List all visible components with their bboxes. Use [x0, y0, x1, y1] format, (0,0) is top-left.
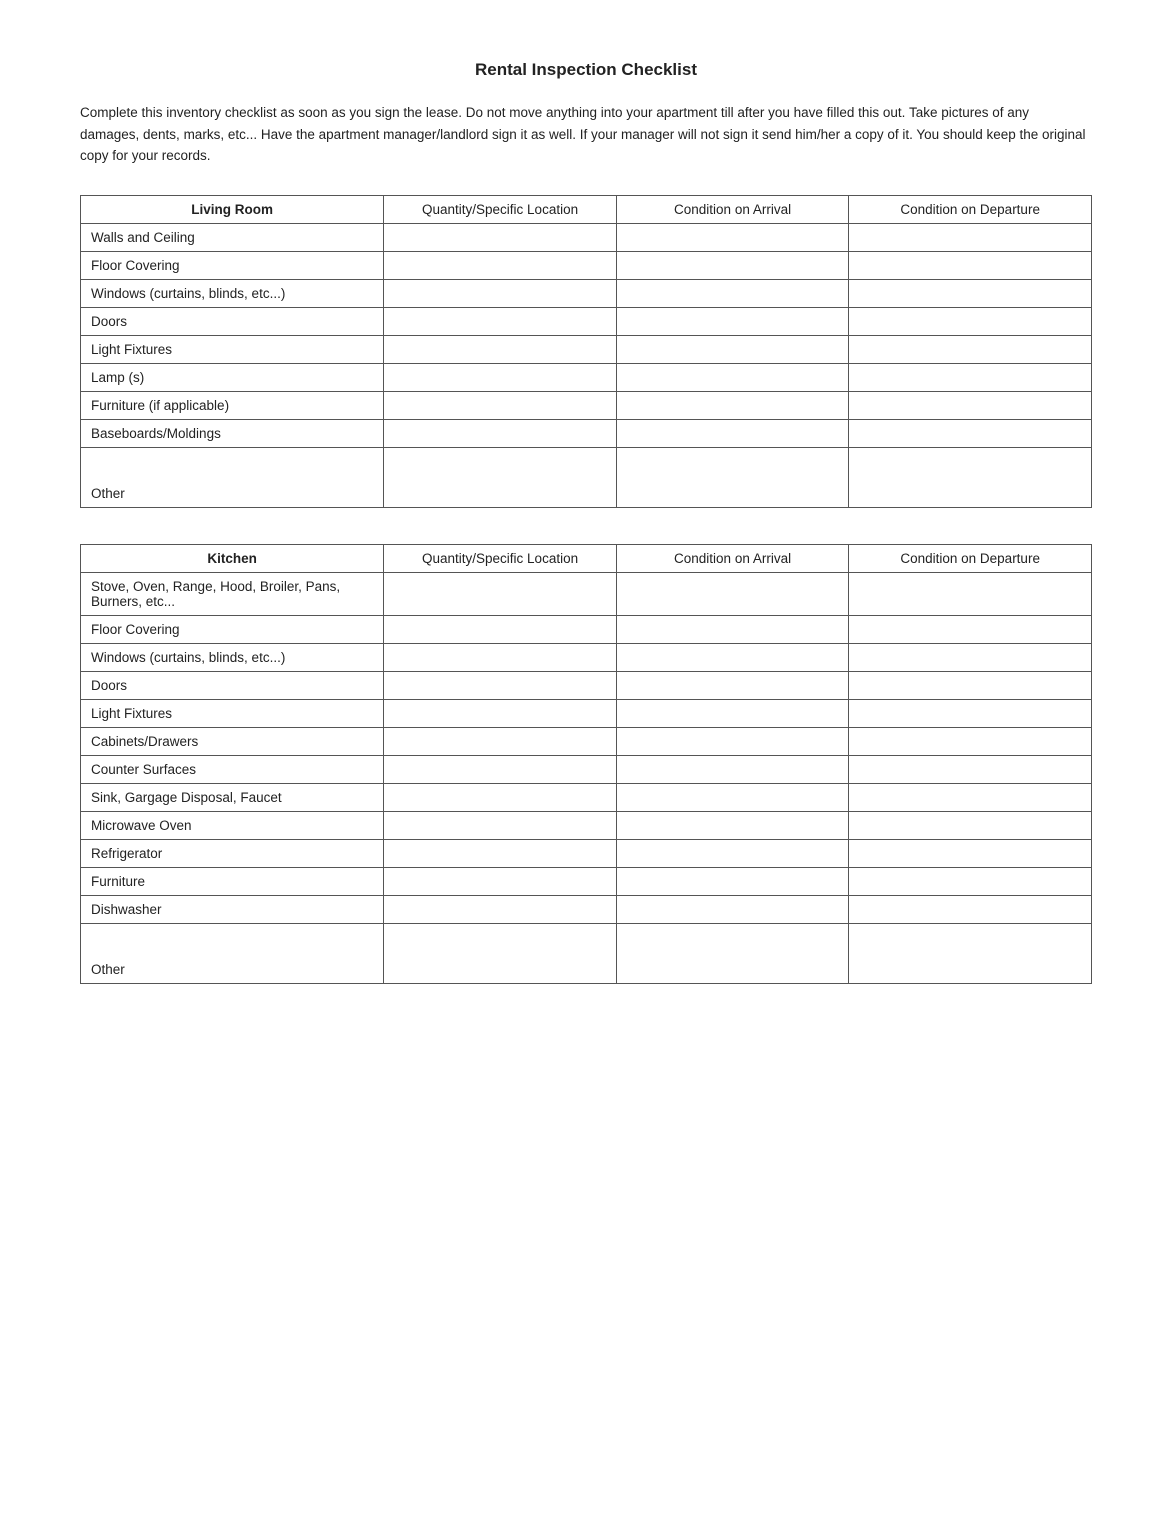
list-item: Furniture	[81, 867, 384, 895]
table-row: Lamp (s)	[81, 363, 1092, 391]
intro-text: Complete this inventory checklist as soo…	[80, 102, 1092, 167]
list-item: Walls and Ceiling	[81, 223, 384, 251]
list-item: Microwave Oven	[81, 811, 384, 839]
table-row: Microwave Oven	[81, 811, 1092, 839]
table-row: Doors	[81, 307, 1092, 335]
living-room-table: Living Room Quantity/Specific Location C…	[80, 195, 1092, 508]
table-row: Counter Surfaces	[81, 755, 1092, 783]
list-item: Lamp (s)	[81, 363, 384, 391]
table-row: Baseboards/Moldings	[81, 419, 1092, 447]
list-item: Other	[81, 447, 384, 507]
kitchen-qty-header: Quantity/Specific Location	[384, 544, 617, 572]
list-item: Other	[81, 923, 384, 983]
table-row: Other	[81, 447, 1092, 507]
living-room-arrival-header: Condition on Arrival	[616, 195, 849, 223]
page-title: Rental Inspection Checklist	[80, 60, 1092, 80]
table-row: Windows (curtains, blinds, etc...)	[81, 643, 1092, 671]
table-row: Light Fixtures	[81, 699, 1092, 727]
table-row: Floor Covering	[81, 251, 1092, 279]
list-item: Stove, Oven, Range, Hood, Broiler, Pans,…	[81, 572, 384, 615]
list-item: Doors	[81, 307, 384, 335]
list-item: Cabinets/Drawers	[81, 727, 384, 755]
kitchen-arrival-header: Condition on Arrival	[616, 544, 849, 572]
table-row: Refrigerator	[81, 839, 1092, 867]
table-row: Stove, Oven, Range, Hood, Broiler, Pans,…	[81, 572, 1092, 615]
list-item: Floor Covering	[81, 251, 384, 279]
table-row: Sink, Gargage Disposal, Faucet	[81, 783, 1092, 811]
table-row: Doors	[81, 671, 1092, 699]
kitchen-table: Kitchen Quantity/Specific Location Condi…	[80, 544, 1092, 984]
list-item: Baseboards/Moldings	[81, 419, 384, 447]
kitchen-header: Kitchen	[81, 544, 384, 572]
living-room-header: Living Room	[81, 195, 384, 223]
living-room-qty-header: Quantity/Specific Location	[384, 195, 617, 223]
table-row: Cabinets/Drawers	[81, 727, 1092, 755]
table-row: Furniture (if applicable)	[81, 391, 1092, 419]
table-row: Dishwasher	[81, 895, 1092, 923]
list-item: Doors	[81, 671, 384, 699]
living-room-departure-header: Condition on Departure	[849, 195, 1092, 223]
table-row: Windows (curtains, blinds, etc...)	[81, 279, 1092, 307]
list-item: Light Fixtures	[81, 335, 384, 363]
list-item: Refrigerator	[81, 839, 384, 867]
kitchen-departure-header: Condition on Departure	[849, 544, 1092, 572]
list-item: Windows (curtains, blinds, etc...)	[81, 643, 384, 671]
list-item: Dishwasher	[81, 895, 384, 923]
list-item: Windows (curtains, blinds, etc...)	[81, 279, 384, 307]
list-item: Sink, Gargage Disposal, Faucet	[81, 783, 384, 811]
table-row: Light Fixtures	[81, 335, 1092, 363]
table-row: Walls and Ceiling	[81, 223, 1092, 251]
list-item: Light Fixtures	[81, 699, 384, 727]
table-row: Furniture	[81, 867, 1092, 895]
list-item: Floor Covering	[81, 615, 384, 643]
list-item: Furniture (if applicable)	[81, 391, 384, 419]
list-item: Counter Surfaces	[81, 755, 384, 783]
table-row: Other	[81, 923, 1092, 983]
table-row: Floor Covering	[81, 615, 1092, 643]
